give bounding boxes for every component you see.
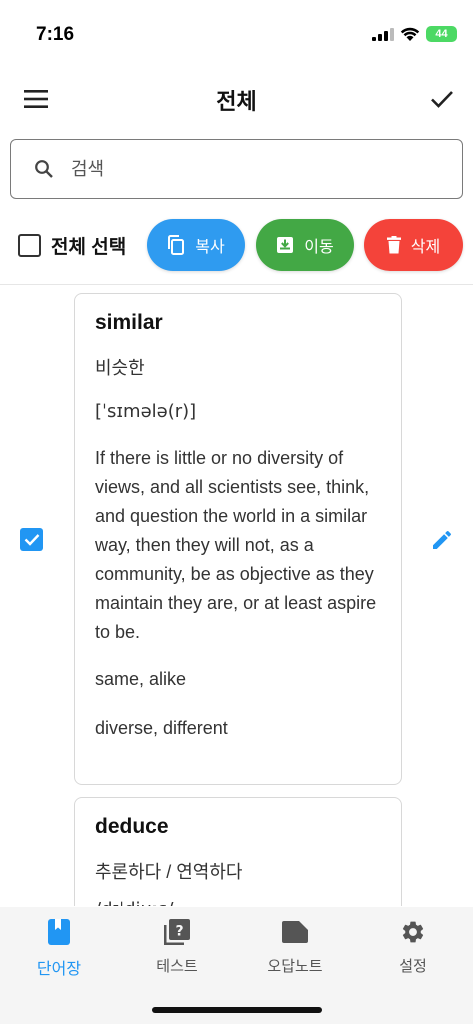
select-all-box[interactable] (18, 234, 41, 257)
divider (0, 284, 473, 285)
trash-icon (386, 236, 401, 254)
move-button[interactable]: 이동 (256, 219, 354, 271)
word-card[interactable]: similar 비슷한 [ˈsɪmələ(r)] If there is lit… (74, 293, 402, 785)
move-icon (277, 237, 294, 253)
delete-label: 삭제 (410, 239, 441, 256)
search-input[interactable] (71, 158, 431, 180)
quiz-icon: ? (162, 917, 192, 947)
page-title: 전체 (216, 89, 257, 114)
word-pronunciation: [ˈsɪmələ(r)] (95, 401, 197, 422)
word-meaning: 비슷한 (95, 358, 145, 378)
search-icon (29, 154, 59, 184)
word-pronunciation: /dɪˈdjuːs/ (95, 898, 381, 906)
status-bar: 7:16 44 (0, 0, 473, 62)
gear-icon (398, 917, 428, 947)
status-icons: 44 (372, 26, 457, 42)
battery-indicator: 44 (426, 26, 457, 42)
edit-button[interactable] (428, 526, 456, 554)
pencil-icon (433, 531, 451, 549)
action-row: 전체 선택 복사 이동 삭제 (0, 218, 473, 272)
nav-label: 테스트 (156, 958, 198, 975)
svg-text:?: ? (175, 924, 183, 940)
select-all-label: 전체 선택 (51, 237, 127, 258)
move-label: 이동 (304, 239, 334, 256)
checkmark-icon (431, 91, 453, 108)
label-note-icon (280, 917, 310, 947)
menu-button[interactable] (18, 84, 54, 114)
nav-item-wrong-notes[interactable]: 오답노트 (236, 917, 354, 987)
copy-button[interactable]: 복사 (147, 219, 245, 271)
nav-item-test[interactable]: ? 테스트 (118, 917, 236, 987)
home-indicator (152, 1007, 322, 1013)
checkmark-icon (24, 534, 39, 546)
delete-button[interactable]: 삭제 (364, 219, 463, 271)
word-card[interactable]: deduce 추론하다 / 연역하다 /dɪˈdjuːs/ (74, 797, 402, 906)
copy-icon (168, 235, 185, 255)
word-synonyms: same, alike (95, 669, 187, 689)
word-antonyms: diverse, different (95, 718, 228, 738)
word-list[interactable]: similar 비슷한 [ˈsɪmələ(r)] If there is lit… (0, 286, 473, 906)
signal-icon (372, 28, 394, 41)
wifi-icon (400, 27, 420, 41)
copy-label: 복사 (195, 239, 225, 256)
search-box[interactable] (10, 139, 463, 199)
nav-item-settings[interactable]: 설정 (354, 917, 472, 987)
nav-label: 오답노트 (267, 958, 323, 975)
hamburger-menu-icon (24, 90, 48, 108)
row-checkbox-checked[interactable] (20, 528, 43, 551)
word-text: deduce (95, 815, 169, 838)
nav-label: 단어장 (36, 961, 82, 978)
bookmark-book-icon (44, 917, 74, 947)
nav-item-wordbook[interactable]: 단어장 (0, 917, 118, 987)
word-example: If there is little or no diversity of vi… (95, 448, 377, 642)
battery-level: 44 (435, 28, 448, 40)
word-text: similar (95, 311, 163, 334)
select-all-checkbox[interactable]: 전체 선택 (18, 232, 126, 259)
nav-label: 설정 (399, 958, 427, 975)
word-meaning: 추론하다 / 연역하다 (95, 862, 243, 882)
done-button[interactable] (425, 82, 459, 116)
app-bar: 전체 (0, 62, 473, 136)
status-time: 7:16 (36, 24, 75, 45)
